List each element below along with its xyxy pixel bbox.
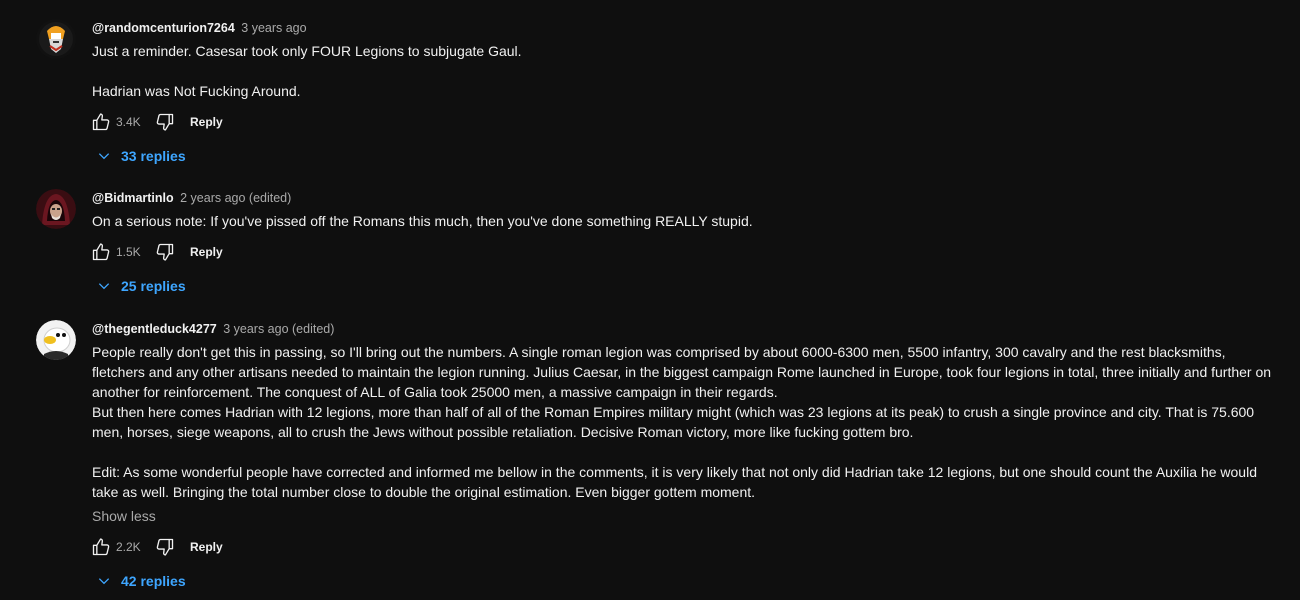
- reply-button[interactable]: Reply: [190, 114, 223, 130]
- comment-timestamp[interactable]: 3 years ago (edited): [223, 322, 334, 336]
- dislike-button[interactable]: [152, 531, 178, 563]
- replies-count: 42 replies: [121, 573, 186, 589]
- comment-text: Just a reminder. Casesar took only FOUR …: [92, 43, 522, 99]
- view-replies-button[interactable]: 33 replies: [92, 141, 1276, 171]
- view-replies-button[interactable]: 25 replies: [92, 271, 1276, 301]
- like-button[interactable]: [88, 236, 114, 268]
- like-count: 2.2K: [116, 540, 141, 554]
- thumbs-down-icon: [156, 243, 174, 261]
- comment-timestamp[interactable]: 3 years ago: [241, 21, 306, 35]
- chevron-down-icon: [94, 276, 114, 296]
- show-less-button[interactable]: Show less: [92, 506, 1276, 526]
- avatar[interactable]: [36, 189, 76, 229]
- thumbs-up-icon: [92, 538, 110, 556]
- reply-button[interactable]: Reply: [190, 539, 223, 555]
- like-button[interactable]: [88, 531, 114, 563]
- thumbs-down-icon: [156, 113, 174, 131]
- comment-timestamp[interactable]: 2 years ago (edited): [180, 191, 291, 205]
- chevron-down-icon: [94, 571, 114, 591]
- avatar[interactable]: [36, 19, 76, 59]
- reply-button[interactable]: Reply: [190, 244, 223, 260]
- thumbs-up-icon: [92, 243, 110, 261]
- comment-author[interactable]: @thegentleduck4277: [92, 322, 217, 336]
- dislike-button[interactable]: [152, 236, 178, 268]
- thumbs-up-icon: [92, 113, 110, 131]
- comment-author[interactable]: @randomcenturion7264: [92, 21, 235, 35]
- comment-text: On a serious note: If you've pissed off …: [92, 213, 753, 229]
- comment-author[interactable]: @Bidmartinlo: [92, 191, 174, 205]
- like-count: 3.4K: [116, 115, 141, 129]
- replies-count: 33 replies: [121, 148, 186, 164]
- chevron-down-icon: [94, 146, 114, 166]
- replies-count: 25 replies: [121, 278, 186, 294]
- comment-text: People really don't get this in passing,…: [92, 344, 1272, 500]
- thumbs-down-icon: [156, 538, 174, 556]
- dislike-button[interactable]: [152, 106, 178, 138]
- like-button[interactable]: [88, 106, 114, 138]
- like-count: 1.5K: [116, 245, 141, 259]
- view-replies-button[interactable]: 42 replies: [92, 566, 1276, 596]
- avatar[interactable]: [36, 320, 76, 360]
